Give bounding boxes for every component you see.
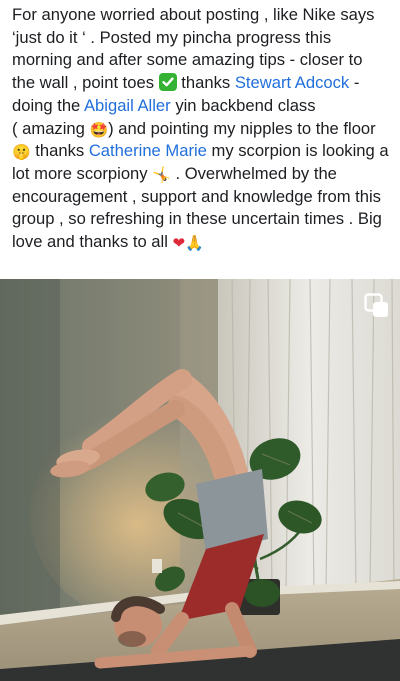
mention-abigail-aller[interactable]: Abigail Aller (84, 96, 171, 115)
post-line: love and thanks to all ❤🙏 (12, 231, 396, 254)
text-segment: - (349, 73, 360, 93)
post-line: morning and after some amazing tips - cl… (12, 49, 396, 72)
post-line: ( amazing 🤩) and pointing my nipples to … (12, 118, 396, 141)
mention-stewart-adcock[interactable]: Stewart Adcock (235, 73, 349, 92)
text-segment: ( amazing (12, 118, 85, 138)
text-segment: encouragement , support and knowledge fr… (12, 186, 381, 206)
text-segment: love and thanks to all (12, 232, 168, 252)
text-segment: morning and after some amazing tips - cl… (12, 50, 363, 70)
expand-icon-graphic (364, 293, 388, 317)
post-line: the wall , point toes thanks Stewart Adc… (12, 72, 396, 95)
post-line: 🤫 thanks Catherine Marie my scorpion is … (12, 140, 396, 163)
text-segment: thanks (30, 141, 85, 161)
text-segment: thanks (176, 73, 231, 93)
mention-catherine-marie[interactable]: Catherine Marie (89, 141, 207, 160)
post-line: group , so refreshing in these uncertain… (12, 208, 396, 231)
text-segment: the wall , point toes (12, 73, 155, 93)
post-line: doing the Abigail Aller yin backbend cla… (12, 95, 396, 118)
text-segment: ) and pointing my nipples to the floor (108, 118, 376, 138)
text-segment: yin backbend class (170, 95, 316, 115)
post-line: encouragement , support and knowledge fr… (12, 186, 396, 209)
yoga-photo-illustration (0, 279, 400, 681)
shushing-face-emoji-icon: 🤫 (12, 143, 31, 162)
text-segment: lot more scorpiony (12, 163, 148, 183)
folded-hands-emoji-icon: 🙏 (185, 234, 204, 253)
text-segment: ‘just do it ‘ . Posted my pincha progres… (12, 27, 332, 47)
expand-icon[interactable] (364, 293, 390, 319)
post-line: For anyone worried about posting , like … (12, 4, 396, 27)
text-segment: my scorpion is looking a (206, 141, 389, 161)
red-heart-emoji-icon: ❤ (172, 234, 186, 253)
star-struck-emoji-icon: 🤩 (89, 120, 109, 139)
text-segment: . Overwhelmed by the (170, 163, 337, 183)
text-segment: For anyone worried about posting , like … (12, 5, 375, 24)
post-text: For anyone worried about posting , like … (12, 4, 396, 254)
post-line: ‘just do it ‘ . Posted my pincha progres… (12, 27, 396, 50)
cartwheel-emoji-icon: 🤸 (152, 165, 171, 184)
post-photo[interactable] (0, 279, 400, 681)
text-segment: group , so refreshing in these uncertain… (12, 209, 382, 229)
post-line: lot more scorpiony 🤸 . Overwhelmed by th… (12, 163, 396, 186)
check-mark-icon (158, 73, 177, 92)
text-segment: doing the (12, 95, 81, 115)
